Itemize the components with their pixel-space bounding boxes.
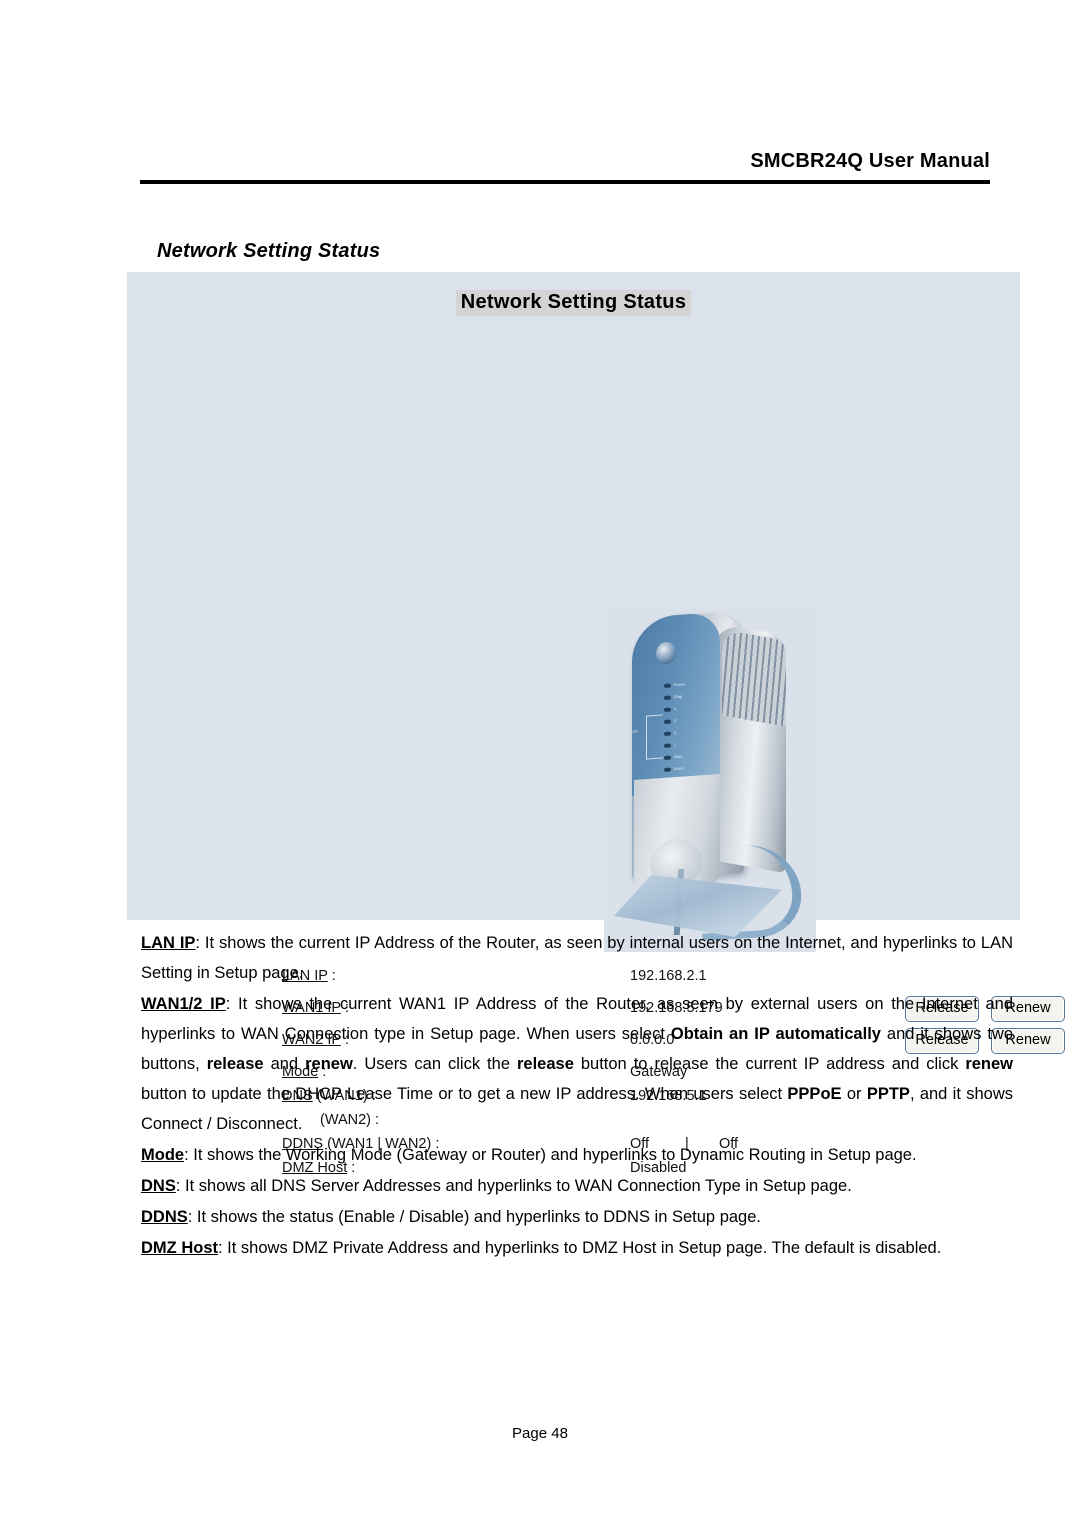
section-heading: Network Setting Status: [157, 240, 381, 262]
lan-bracket-label: LAN: [630, 728, 638, 735]
router-led-panel: Power Diag 4 3 2 1 Wan Wan2: [664, 677, 720, 777]
wan-ip-text-5: button to release the current IP address…: [573, 1055, 966, 1073]
lan-bracket-icon: [646, 714, 663, 760]
wan-ip-bold-1: Obtain an IP automatically: [670, 1025, 881, 1043]
header-divider: [140, 180, 990, 184]
wan-ip-bold-6: PPPoE: [787, 1085, 842, 1103]
ddns-description: : It shows the status (Enable / Disable)…: [187, 1208, 761, 1226]
led-label: Wan: [674, 753, 683, 760]
led-label: 4: [674, 706, 677, 712]
led-dot-icon: [664, 695, 671, 700]
led-label: Wan2: [674, 765, 685, 772]
panel-title-row: Network Setting Status: [127, 290, 1020, 316]
dns-term: DNS: [141, 1177, 176, 1195]
page-footer: Page 48: [512, 1425, 568, 1442]
wan-ip-text-4: . Users can click the: [352, 1055, 517, 1073]
lan-ip-term: LAN IP: [141, 934, 196, 952]
wan-ip-bold-5: renew: [965, 1055, 1014, 1073]
paragraph-dmz-host: DMZ Host: It shows DMZ Private Address a…: [141, 1233, 1013, 1263]
led-label: Diag: [674, 693, 683, 700]
wan-ip-text-7: or: [841, 1085, 867, 1103]
led-label: 2: [674, 730, 677, 736]
router-vent-grille: [722, 629, 786, 727]
manual-title: SMCBR24Q User Manual: [750, 150, 990, 172]
page-header: SMCBR24Q User Manual: [140, 150, 990, 184]
dns-description: : It shows all DNS Server Addresses and …: [175, 1177, 852, 1195]
led-dot-icon: [664, 743, 671, 748]
led-dot-icon: [664, 767, 671, 772]
led-indicator: Wan2: [664, 761, 720, 775]
wan-ip-bold-4: release: [516, 1055, 574, 1073]
panel-title: Network Setting Status: [455, 290, 692, 316]
paragraph-mode: Mode: It shows the Working Mode (Gateway…: [141, 1140, 1013, 1170]
network-setting-status-panel: Network Setting Status LAN Power Diag 4: [127, 272, 1065, 1176]
ddns-term: DDNS: [141, 1208, 188, 1226]
router-product-image: LAN Power Diag 4 3 2 1 Wan Wan2: [604, 607, 816, 952]
mode-description: : It shows the Working Mode (Gateway or …: [184, 1146, 917, 1164]
led-dot-icon: [664, 683, 671, 688]
paragraph-dns: DNS: It shows all DNS Server Addresses a…: [141, 1171, 1013, 1201]
wan-ip-term: WAN1/2 IP: [141, 995, 226, 1013]
wan-ip-text-6: button to update the DHCP Lease Time or …: [141, 1085, 788, 1103]
wan-ip-bold-2: release: [206, 1055, 264, 1073]
dmz-host-term: DMZ Host: [141, 1239, 218, 1257]
led-dot-icon: [664, 707, 671, 712]
mode-term: Mode: [141, 1146, 185, 1164]
led-label: Power: [674, 681, 686, 688]
led-label: 3: [674, 718, 677, 724]
wan-ip-bold-3: renew: [305, 1055, 353, 1073]
led-dot-icon: [664, 755, 671, 760]
wan-ip-text-3: and: [263, 1055, 306, 1073]
led-dot-icon: [664, 719, 671, 724]
led-label: 1: [674, 742, 677, 748]
led-dot-icon: [664, 731, 671, 736]
paragraph-ddns: DDNS: It shows the status (Enable / Disa…: [141, 1202, 1013, 1232]
paragraph-wan-ip: WAN1/2 IP: It shows the current WAN1 IP …: [141, 989, 1013, 1139]
paragraph-lan-ip: LAN IP: It shows the current IP Address …: [141, 928, 1013, 988]
dmz-host-description: : It shows DMZ Private Address and hyper…: [218, 1239, 942, 1257]
description-text-block: LAN IP: It shows the current IP Address …: [141, 928, 1013, 1264]
lan-ip-description: : It shows the current IP Address of the…: [141, 934, 1013, 982]
wan-ip-bold-7: PPTP: [866, 1085, 910, 1103]
